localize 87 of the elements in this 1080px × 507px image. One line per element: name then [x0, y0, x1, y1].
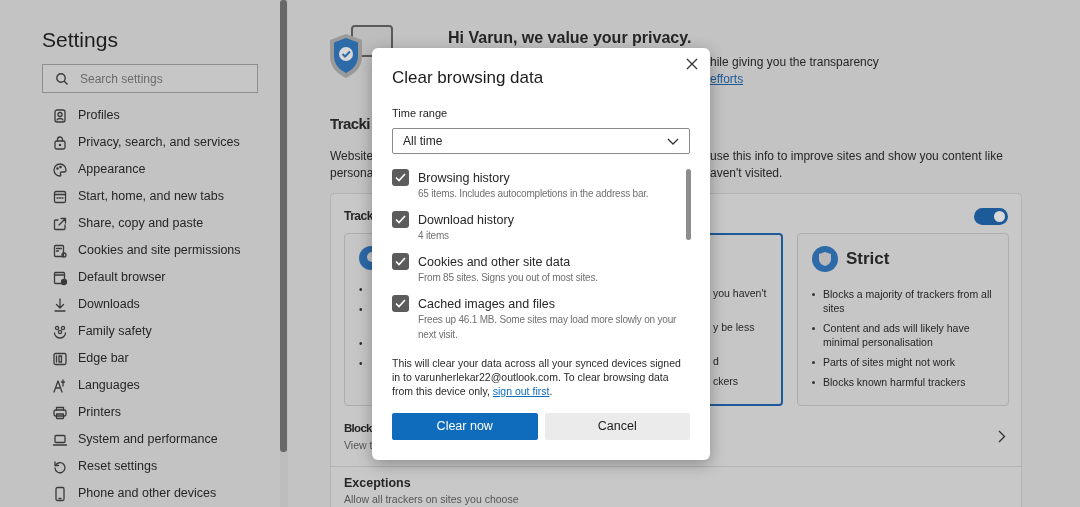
level-text: Parts of sites might not work	[823, 355, 955, 369]
shield-icon	[812, 246, 838, 272]
option-detail: 4 items	[418, 229, 450, 243]
settings-title: Settings	[42, 27, 119, 53]
chevron-right-icon[interactable]	[998, 430, 1006, 443]
description-text: aven't visited.	[710, 165, 783, 182]
bullet-mark: •	[359, 338, 363, 350]
browser-check-icon	[52, 269, 68, 286]
download-icon	[52, 296, 68, 313]
row-subtitle: Allow all trackers on sites you choose	[344, 492, 519, 506]
sidebar-item[interactable]: System and performance	[42, 426, 258, 453]
card-title: Track	[344, 208, 373, 225]
option-detail: From 85 sites. Signs you out of most sites.	[418, 271, 599, 285]
privacy-heading: Hi Varun, we value your privacy.	[448, 28, 693, 48]
privacy-text: hile giving you the transparency	[710, 54, 879, 71]
row-title: Block	[344, 421, 372, 436]
people-icon	[52, 323, 68, 340]
bullet-mark: •	[359, 284, 363, 296]
cancel-button[interactable]: Cancel	[544, 413, 690, 440]
lock-icon	[52, 134, 68, 151]
chevron-down-icon	[667, 137, 679, 145]
palette-icon	[52, 161, 68, 178]
sidebar-panel-icon	[52, 350, 68, 367]
level-text: Blocks known harmful trackers	[823, 375, 966, 389]
description-text: Website	[330, 148, 374, 165]
sidebar-item[interactable]: Appearance	[42, 156, 258, 183]
clear-button[interactable]: Clear now	[392, 413, 538, 440]
checkbox[interactable]	[392, 211, 409, 228]
option-label: Download history	[418, 212, 514, 228]
option-label: Cached images and files	[418, 296, 555, 312]
sidebar-item[interactable]: Cookies and site permissions	[42, 237, 258, 264]
scrollbar[interactable]	[686, 169, 691, 240]
row-subtitle: View t	[344, 438, 373, 453]
sidebar-item[interactable]: Languages	[42, 372, 258, 399]
close-icon[interactable]	[686, 58, 698, 70]
tracking-heading: Tracki	[330, 114, 370, 134]
description-text: persona	[330, 165, 374, 182]
sidebar-item[interactable]: Start, home, and new tabs	[42, 183, 258, 210]
sidebar-item[interactable]: Share, copy and paste	[42, 210, 258, 237]
sidebar-item[interactable]: Privacy, search, and services	[42, 129, 258, 156]
check-icon	[395, 173, 406, 182]
row-title: Exceptions	[344, 475, 411, 492]
sidebar-item[interactable]: Edge bar	[42, 345, 258, 372]
search-icon	[55, 72, 69, 86]
bullet-mark: •	[359, 358, 363, 370]
level-text: you haven't	[713, 286, 767, 300]
sidebar-item[interactable]: Family safety	[42, 318, 258, 345]
level-text: Content and ads will likely have minimal personalisation	[823, 321, 971, 349]
description-text: use this info to improve sites and show you content like	[710, 148, 1003, 165]
language-icon	[52, 377, 68, 394]
field-label: Time range	[392, 106, 448, 120]
privacy-link[interactable]: efforts	[710, 71, 744, 88]
sidebar-item[interactable]: Default browser	[42, 264, 258, 291]
sidebar-item[interactable]: Phone and other devices	[42, 480, 258, 507]
sidebar-item[interactable]: Reset settings	[42, 453, 258, 480]
sidebar-item[interactable]: Downloads	[42, 291, 258, 318]
time-range-dropdown[interactable]: All time	[392, 128, 690, 154]
level-text: d	[713, 354, 719, 368]
checkbox[interactable]	[392, 295, 409, 312]
printer-icon	[52, 404, 68, 421]
check-icon	[395, 257, 406, 266]
share-icon	[52, 215, 68, 232]
bullet-mark: •	[359, 304, 363, 316]
scrollbar[interactable]	[280, 0, 287, 452]
level-card[interactable]: Strict Blocks a majority of trackers from all sites Content and ads will likely have minimal personalisation Parts of sites might not work Blocks known harmful trackers	[797, 233, 1009, 406]
level-text: ckers	[713, 374, 739, 388]
option-detail: 65 items. Includes autocompletions in the address bar.	[418, 187, 650, 201]
sidebar-item[interactable]: Profiles	[42, 102, 258, 129]
dialog-title: Clear browsing data	[392, 67, 544, 89]
option-label: Browsing history	[418, 170, 510, 186]
search-field[interactable]: Search settings	[42, 64, 258, 93]
option-label: Cookies and other site data	[418, 254, 571, 270]
window-icon	[52, 188, 68, 205]
level-text: Blocks a majority of trackers from all sites	[823, 287, 993, 315]
check-icon	[395, 299, 406, 308]
level-text: y be less	[713, 320, 755, 334]
sync-notice: This will clear your data across all your synced devices signed in to varunherlekar22@outlook.com. To clear browsing data from this device only, sign out first.	[392, 356, 682, 398]
checkbox[interactable]	[392, 169, 409, 186]
option-detail: Frees up 46.1 MB. Some sites may load more slowly on your next visit.	[418, 313, 678, 342]
check-icon	[395, 215, 406, 224]
toggle-switch[interactable]	[974, 207, 1008, 225]
sidebar-item[interactable]: Printers	[42, 399, 258, 426]
level-title: Strict	[846, 248, 890, 270]
phone-icon	[52, 485, 68, 502]
person-icon	[52, 107, 68, 124]
checkbox[interactable]	[392, 253, 409, 270]
grid-gear-icon	[52, 242, 68, 259]
